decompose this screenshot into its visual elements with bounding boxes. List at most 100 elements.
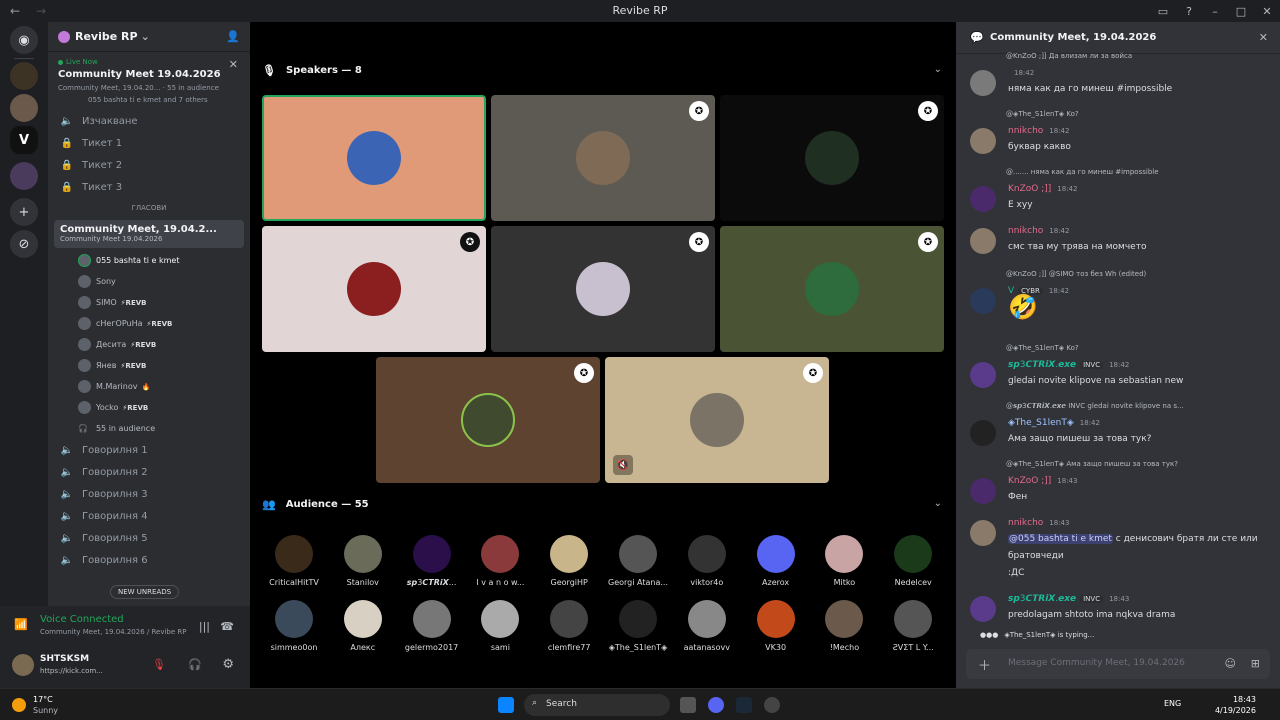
avatar[interactable] xyxy=(970,70,996,96)
audience-member[interactable]: VK30 xyxy=(742,600,810,652)
chevron-down-icon[interactable]: ⌄ xyxy=(934,498,942,509)
audience-member[interactable]: Nedelcev xyxy=(879,535,947,587)
channel-ticket-2[interactable]: 🔒 Тикет 2 xyxy=(48,154,250,176)
audience-member[interactable]: Алекс xyxy=(329,600,397,652)
speaker-tile[interactable]: ✪ xyxy=(262,226,486,352)
server-icon[interactable] xyxy=(10,62,38,90)
chevron-down-icon[interactable]: ⌄ xyxy=(934,64,942,75)
add-attachment-icon[interactable]: ＋ xyxy=(978,655,991,674)
weather-widget[interactable]: 17°C Sunny xyxy=(12,694,58,716)
reply-preview[interactable]: @KnZoO ;]] Да влизам ли за войса xyxy=(1006,52,1266,60)
reply-preview[interactable]: @◈The_S1lenT◈ Ko? xyxy=(1006,110,1266,118)
server-header[interactable]: Revibe RP ⌄ 👤 xyxy=(48,22,250,52)
voice-channel[interactable]: 🔈 Говорилня 6 xyxy=(48,549,250,571)
user-mention[interactable]: @055 bashta ti e kmet xyxy=(1008,534,1113,544)
audience-header[interactable]: 👥 Audience — 55 xyxy=(262,498,369,511)
maximize-button[interactable]: □ xyxy=(1228,5,1254,18)
speaker-tile[interactable]: ✪ xyxy=(491,95,715,221)
emoji-icon[interactable]: ☺ xyxy=(1225,657,1236,670)
task-view-icon[interactable] xyxy=(680,697,696,713)
reply-preview[interactable]: @◈The_S1lenT◈ Ама защо пишеш за това тук… xyxy=(1006,460,1266,468)
speakers-header[interactable]: 🎙 Speakers — 8 xyxy=(262,64,362,77)
close-window-button[interactable]: ✕ xyxy=(1254,5,1280,18)
audience-member[interactable]: GeorgiHP xyxy=(535,535,603,587)
message-input[interactable]: ＋ Message Community Meet, 19.04.2026 ☺ ⊞ xyxy=(966,649,1270,679)
discord-taskbar-icon[interactable] xyxy=(708,697,724,713)
current-user[interactable]: SHTSKSM https://kick.com... 🎙 🎧 ⚙ xyxy=(10,652,240,682)
audience-member[interactable]: Mitko xyxy=(810,535,878,587)
mic-muted-icon[interactable]: 🎙 xyxy=(152,658,166,671)
audience-member[interactable]: CriticalHitTV xyxy=(260,535,328,587)
author-name[interactable]: ◈The_S1lenT◈ xyxy=(1008,418,1074,428)
audience-member[interactable]: ƧVΣƬ L Y... xyxy=(879,600,947,652)
stage-member[interactable]: M.Marinov 🔥 xyxy=(48,376,250,397)
close-icon[interactable]: ✕ xyxy=(1259,31,1268,44)
settings-gear-icon[interactable]: ⚙ xyxy=(222,657,234,672)
reply-preview[interactable]: @KnZoO ;]] @SIMO тоз без Wh (edited) xyxy=(1006,270,1266,278)
audience-member[interactable]: simmeo0on xyxy=(260,600,328,652)
stage-member[interactable]: Sony xyxy=(48,271,250,292)
audience-member[interactable]: viktor4o xyxy=(673,535,741,587)
speaker-tile[interactable]: ✪ xyxy=(720,226,944,352)
discord-home-icon[interactable]: ◉ xyxy=(10,26,38,54)
taskbar-search[interactable]: ⌕ Search xyxy=(524,694,670,716)
audience-member[interactable]: ◈The_S1lenT◈ xyxy=(604,600,672,652)
discover-icon[interactable]: ⊘ xyxy=(10,230,38,258)
speaker-tile[interactable]: ✪ xyxy=(491,226,715,352)
avatar[interactable] xyxy=(970,478,996,504)
reply-preview[interactable]: @◈The_S1lenT◈ Ko? xyxy=(1006,344,1266,352)
voice-channel[interactable]: 🔈 Говорилня 1 xyxy=(48,439,250,461)
voice-channel[interactable]: 🔈 Говорилня 5 xyxy=(48,527,250,549)
close-icon[interactable]: ✕ xyxy=(229,58,238,71)
speaker-tile[interactable]: ✪ 🔇 xyxy=(605,357,829,483)
stage-member[interactable]: cHeгOPuHa ⚡REVB xyxy=(48,313,250,334)
author-name[interactable]: 𝙨𝙥3𝘾𝙏𝙍𝙞𝙓.𝙚𝙭𝙚 xyxy=(1008,360,1076,370)
reply-preview[interactable]: @....... няма как да го минеш #impossibl… xyxy=(1006,168,1266,176)
category-voice[interactable]: ГЛАСОВИ xyxy=(48,204,250,218)
avatar[interactable] xyxy=(970,228,996,254)
audience-member[interactable]: gelermo2017 xyxy=(398,600,466,652)
stage-channel-active[interactable]: Community Meet, 19.04.2... Community Mee… xyxy=(54,220,244,248)
author-name[interactable]: 𝙨𝙥3𝘾𝙏𝙍𝙞𝙓.𝙚𝙭𝙚 xyxy=(1008,594,1076,604)
language-indicator[interactable]: ENG xyxy=(1164,699,1181,708)
voice-channel[interactable]: 🔈 Говорилня 2 xyxy=(48,461,250,483)
author-name[interactable]: nnikcho xyxy=(1008,126,1043,136)
voice-detail[interactable]: Community Meet, 19.04.2026 / Revibe RP xyxy=(40,628,240,636)
author-name[interactable]: KnZoO ;]] xyxy=(1008,476,1051,486)
revibe-server-icon[interactable]: V xyxy=(10,126,38,154)
server-icon[interactable] xyxy=(10,94,38,122)
author-name[interactable]: nnikcho xyxy=(1008,518,1043,528)
avatar[interactable] xyxy=(970,288,996,314)
server-folder-icon[interactable] xyxy=(10,162,38,190)
avatar[interactable] xyxy=(970,128,996,154)
audience-count[interactable]: 🎧 55 in audience xyxy=(48,418,250,439)
voice-channel[interactable]: 🔈 Говорилня 4 xyxy=(48,505,250,527)
audience-member[interactable]: Stanilov xyxy=(329,535,397,587)
speaker-tile[interactable] xyxy=(262,95,486,221)
avatar[interactable] xyxy=(970,596,996,622)
minimize-button[interactable]: – xyxy=(1202,5,1228,18)
disconnect-icon[interactable]: ☎ xyxy=(220,620,234,633)
help-icon[interactable]: ? xyxy=(1176,5,1202,18)
new-unreads-pill[interactable]: NEW UNREADS xyxy=(110,585,180,599)
avatar[interactable] xyxy=(970,520,996,546)
add-member-icon[interactable]: 👤 xyxy=(226,30,240,43)
headphones-icon[interactable]: 🎧 xyxy=(188,658,202,671)
avatar[interactable] xyxy=(970,362,996,388)
audience-member[interactable]: Azerox xyxy=(742,535,810,587)
audience-member[interactable]: sami xyxy=(466,600,534,652)
stage-member[interactable]: 055 bashta ti e kmet xyxy=(48,250,250,271)
noise-suppression-icon[interactable]: ||| xyxy=(199,620,210,633)
add-server-icon[interactable]: + xyxy=(10,198,38,226)
avatar[interactable] xyxy=(970,186,996,212)
live-event-card[interactable]: Live Now Community Meet 19.04.2026 Commu… xyxy=(48,52,250,110)
audience-member[interactable]: Georgi Atana... xyxy=(604,535,672,587)
audience-member[interactable]: !Mecho xyxy=(810,600,878,652)
windows-start-icon[interactable] xyxy=(498,697,514,713)
channel-ticket-3[interactable]: 🔒 Тикет 3 xyxy=(48,176,250,198)
speaker-tile[interactable]: ✪ xyxy=(720,95,944,221)
stage-member[interactable]: Yocko ⚡REVB xyxy=(48,397,250,418)
inbox-icon[interactable]: ▭ xyxy=(1150,5,1176,18)
audience-member[interactable]: 𝙨𝙥3𝘾𝙏𝙍𝙞𝙓... xyxy=(398,535,466,587)
app-taskbar-icon[interactable] xyxy=(764,697,780,713)
